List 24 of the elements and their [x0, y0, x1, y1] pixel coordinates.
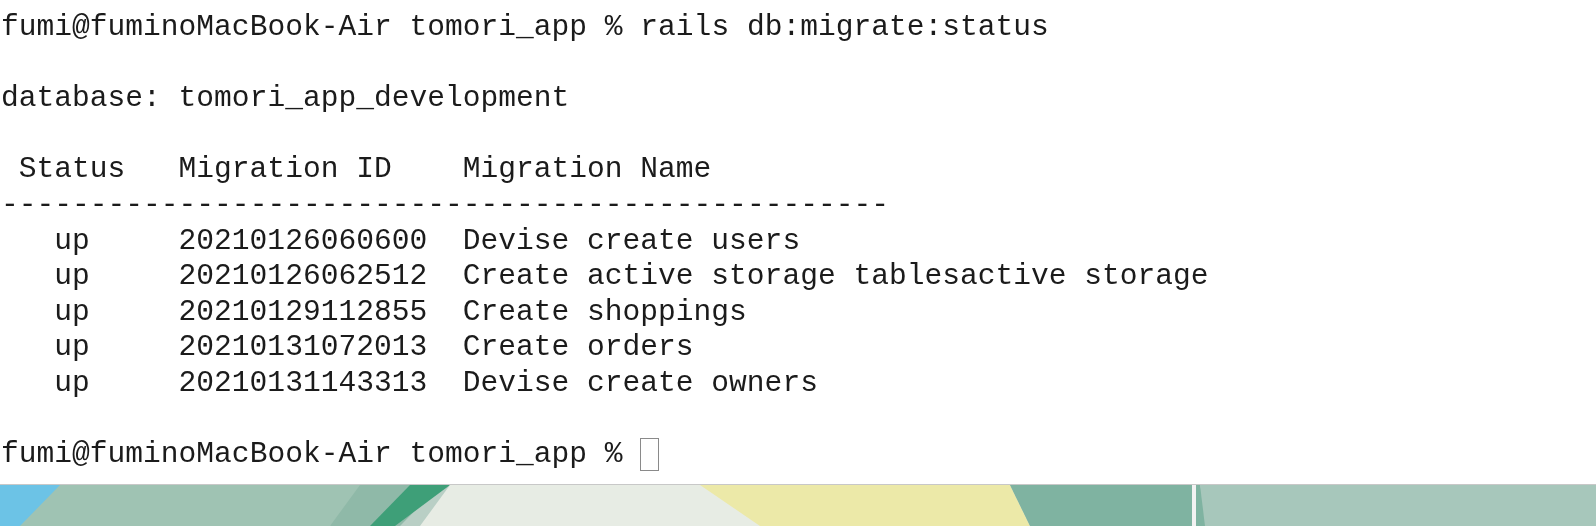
cursor-icon [640, 438, 659, 472]
migration-name-cell-text: Devise create owners [462, 365, 819, 402]
status-cell-text: up [53, 365, 91, 402]
separator-line: -------------------------------------------------- [1, 187, 889, 224]
column-header: Migration ID [178, 152, 393, 188]
status-cell-text: up [53, 259, 91, 295]
migration-name-cell-text: Create shoppings [462, 294, 748, 331]
shell-prompt: fumi@fuminoMacBook-Air tomori_app % [1, 10, 623, 46]
status-cell-text: up [53, 294, 91, 331]
command-text: rails db:migrate:status [640, 10, 1049, 46]
migration-id-cell-text: 20210131143313 [178, 365, 429, 402]
status-cell-text: up [53, 330, 91, 366]
column-header: Status [17, 152, 127, 188]
migration-id-cell-text: 20210129112855 [178, 294, 429, 331]
migration-id-cell-text: 20210126062512 [178, 259, 429, 295]
shell-prompt: fumi@fuminoMacBook-Air tomori_app % [1, 437, 623, 473]
database-text: database: tomori_app_development [1, 81, 570, 117]
migration-name-cell-text: Create orders [462, 330, 695, 366]
status-cell-text: up [53, 223, 91, 260]
migration-id-cell-text: 20210126060600 [178, 223, 429, 260]
migration-name-cell-text: Devise create users [462, 223, 802, 260]
migration-name-cell-text: Create active storage tablesactive storage [462, 259, 1210, 295]
column-header: Migration Name [462, 152, 713, 188]
migration-id-cell-text: 20210131072013 [178, 330, 429, 366]
